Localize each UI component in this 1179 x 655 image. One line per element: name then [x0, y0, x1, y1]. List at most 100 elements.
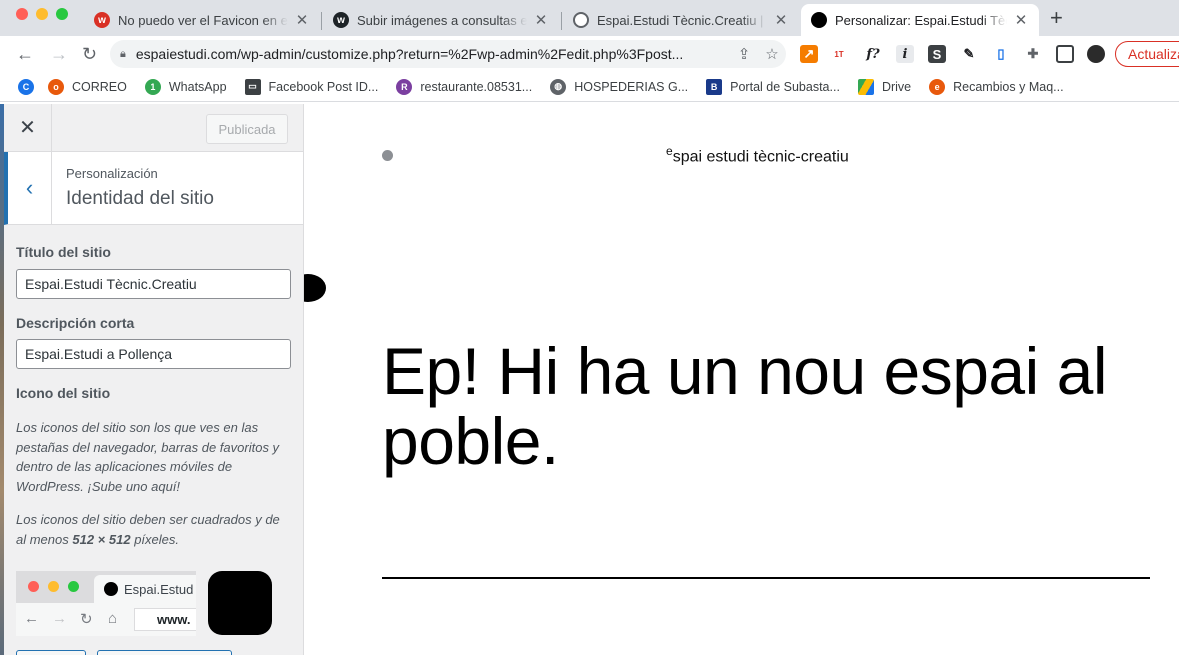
app-icon-preview — [208, 571, 272, 635]
customizer-header: ✕ Publicada — [4, 104, 303, 152]
restaurant-icon: R — [396, 78, 413, 95]
site-title-input[interactable] — [16, 269, 291, 299]
window-zoom-button[interactable] — [56, 8, 68, 20]
preview-site-title[interactable]: espai estudi tècnic-creatiu — [666, 144, 849, 166]
bookmarks-bar: C o CORREO 1 WhatsApp ▭ Facebook Post ID… — [0, 72, 1179, 102]
browser-tab-active[interactable]: Personalizar: Espai.Estudi Tècni ✕ — [801, 4, 1039, 36]
tab-title: No puedo ver el Favicon en el c — [118, 12, 288, 28]
site-title-text: spai estudi tècnic-creatiu — [672, 148, 849, 166]
browser-tab[interactable]: Espai.Estudi Tècnic.Creatiu | Es ✕ — [563, 4, 799, 36]
back-button[interactable]: ‹ — [8, 152, 52, 224]
new-tab-button[interactable]: + — [1050, 7, 1063, 29]
tab-close-icon[interactable]: ✕ — [773, 11, 789, 29]
publish-button[interactable]: Publicada — [206, 114, 288, 144]
tab-title: Espai.Estudi Tècnic.Creatiu | Es — [597, 12, 767, 28]
sidepanel-icon[interactable] — [1056, 45, 1074, 63]
change-icon-button[interactable] — [16, 650, 86, 655]
forward-arrow-icon[interactable]: → — [50, 44, 68, 64]
preview-minimize-dot — [48, 581, 59, 592]
bookmark-label: Recambios y Maq... — [953, 79, 1064, 94]
update-browser-button[interactable]: Actualizar — [1115, 41, 1179, 67]
analytics-extension-icon[interactable]: ↗ — [800, 45, 818, 63]
eyedropper-extension-icon[interactable]: ✎ — [960, 45, 978, 63]
browser-tab[interactable]: w No puedo ver el Favicon en el c ✕ — [84, 4, 320, 36]
menu-toggle-dot[interactable] — [382, 150, 393, 161]
remove-icon-button[interactable] — [97, 650, 232, 655]
tab-separator — [561, 12, 562, 30]
preview-home-icon: ⌂ — [108, 610, 118, 627]
address-bar[interactable]: 🔒︎ espaiestudi.com/wp-admin/customize.ph… — [110, 40, 786, 68]
preview-reload-icon: ↻ — [80, 611, 93, 628]
tab-title: Personalizar: Espai.Estudi Tècni — [835, 12, 1007, 28]
site-icon-label: Icono del sitio — [16, 385, 111, 401]
tab-close-icon[interactable]: ✕ — [1013, 11, 1029, 29]
site-icon-description: Los iconos del sitio son los que ves en … — [16, 420, 280, 494]
globe-favicon-icon — [573, 12, 589, 28]
preview-forward-icon: → — [52, 610, 67, 627]
preview-close-dot — [28, 581, 39, 592]
off-extension-icon[interactable]: 1T — [830, 45, 848, 63]
size-note-suffix: píxeles. — [130, 531, 179, 547]
font-extension-icon[interactable]: f? — [864, 45, 882, 63]
lock-icon: 🔒︎ — [120, 47, 126, 60]
back-arrow-icon[interactable]: ← — [16, 44, 34, 64]
preview-divider — [382, 577, 1150, 579]
bookmark-label: WhatsApp — [168, 79, 227, 94]
favicon-browser-preview: Espai.Estud ← → ↻ ⌂ www. — [16, 571, 196, 636]
bookmark-item[interactable]: Drive — [857, 78, 911, 95]
bookmark-label: HOSPEDERIAS G... — [574, 79, 689, 94]
live-preview: espai estudi tècnic-creatiu Ep! Hi ha un… — [304, 104, 1179, 655]
preview-favicon-icon — [104, 582, 118, 596]
preview-heading: Ep! Hi ha un nou espai al poble. — [382, 334, 1108, 478]
bookmark-label: Portal de Subasta... — [730, 79, 840, 94]
bookmark-item[interactable]: ◍ HOSPEDERIAS G... — [550, 78, 689, 95]
bookmark-item[interactable]: e Recambios y Maq... — [929, 78, 1064, 95]
tagline-input[interactable] — [16, 339, 291, 369]
edit-shortcut-dot[interactable] — [304, 274, 326, 302]
bookmark-item[interactable]: C — [18, 78, 34, 95]
comment-icon: ▭ — [244, 78, 261, 95]
section-header: ‹ Personalización Identidad del sitio — [4, 152, 303, 225]
profile-avatar[interactable] — [1087, 45, 1105, 63]
preview-url: www. — [134, 608, 196, 631]
extensions-puzzle-icon[interactable]: ✚ — [1024, 45, 1042, 63]
bookmark-item[interactable]: ▭ Facebook Post ID... — [244, 78, 379, 95]
size-note-dimension: 512 × 512 — [72, 531, 131, 547]
section-title: Identidad del sitio — [66, 188, 214, 209]
docs-extension-icon[interactable]: ▯ — [992, 45, 1010, 63]
site-icon-size-note: Los iconos del sitio deben ser cuadrados… — [16, 510, 291, 549]
bookmark-item[interactable]: 1 WhatsApp — [144, 78, 227, 95]
address-url[interactable]: espaiestudi.com/wp-admin/customize.php?r… — [136, 46, 730, 62]
bookmark-label: Facebook Post ID... — [268, 79, 379, 94]
wordpress-favicon-icon: w — [333, 12, 349, 28]
c-circle-icon: C — [18, 78, 34, 95]
reload-icon[interactable]: ↻ — [82, 44, 97, 64]
bookmark-item[interactable]: R restaurante.08531... — [396, 78, 532, 95]
chevron-left-icon: ‹ — [25, 175, 34, 200]
tab-separator — [321, 12, 322, 30]
s-extension-icon[interactable]: S — [928, 45, 946, 63]
whatsapp-icon: 1 — [144, 78, 161, 95]
customizer-sidebar: ✕ Publicada ‹ Personalización Identidad … — [4, 104, 304, 655]
window-minimize-button[interactable] — [36, 8, 48, 20]
info-extension-icon[interactable]: i — [896, 45, 914, 63]
close-customizer-button[interactable]: ✕ — [4, 104, 52, 151]
bookmark-item[interactable]: B Portal de Subasta... — [706, 78, 840, 95]
browser-tab[interactable]: w Subir imágenes a consultas en ✕ — [323, 4, 559, 36]
preview-back-icon: ← — [24, 610, 39, 627]
window-close-button[interactable] — [16, 8, 28, 20]
bookmark-star-icon[interactable]: ☆ — [758, 45, 786, 63]
site-title-superscript: e — [666, 144, 673, 158]
preview-tab: Espai.Estud — [94, 575, 196, 603]
share-icon[interactable]: ⇪ — [730, 45, 758, 63]
bookmark-label: CORREO — [72, 79, 127, 94]
breadcrumb: Personalización — [66, 166, 158, 181]
tab-title: Subir imágenes a consultas en — [357, 12, 527, 28]
browser-tab-strip: w No puedo ver el Favicon en el c ✕ w Su… — [0, 0, 1179, 36]
tab-close-icon[interactable]: ✕ — [533, 11, 549, 29]
bookmark-item[interactable]: o CORREO — [48, 78, 127, 95]
drive-icon — [857, 78, 874, 95]
e-logo-icon: e — [929, 78, 946, 95]
tab-close-icon[interactable]: ✕ — [294, 11, 310, 29]
close-icon: ✕ — [19, 117, 36, 139]
